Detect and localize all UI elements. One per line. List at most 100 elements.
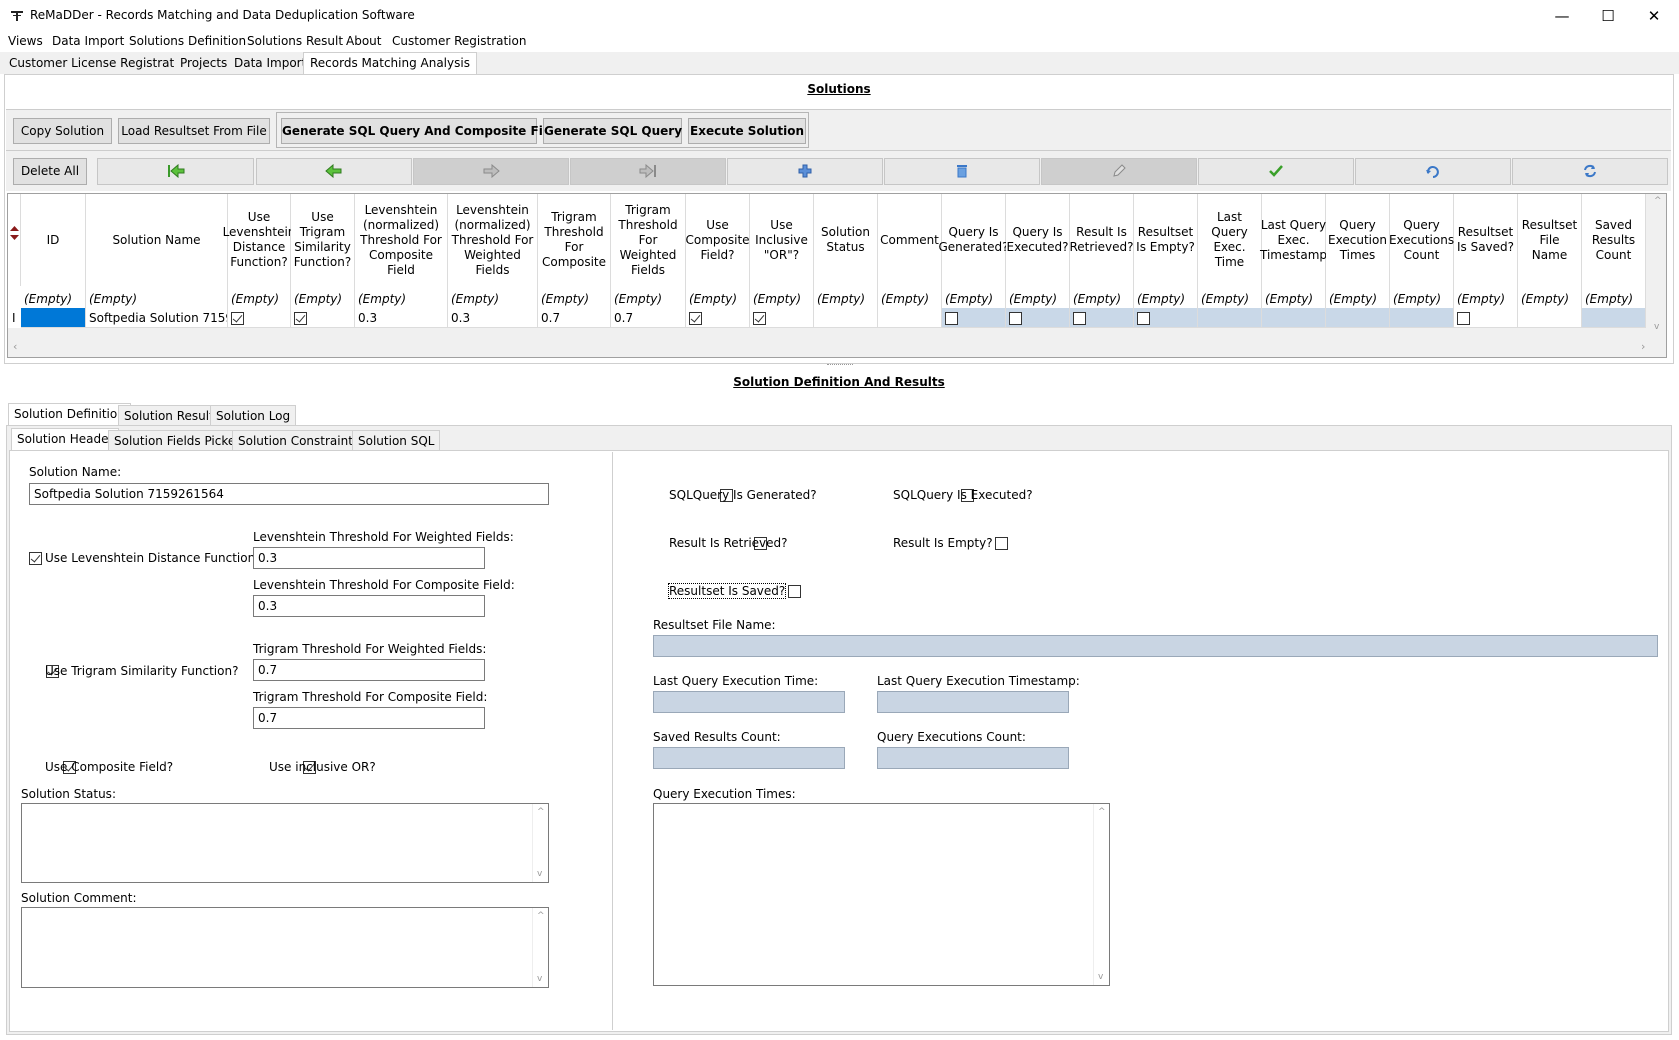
tab-customer-license[interactable]: Customer License Registration bbox=[3, 53, 200, 74]
sql-generated-label[interactable]: SQLQuery Is Generated? bbox=[669, 488, 817, 502]
filter-solution-name[interactable]: (Empty) bbox=[86, 286, 228, 308]
cancel-edit-button[interactable] bbox=[1355, 158, 1511, 185]
col-result-retrieved[interactable]: Result Is Retrieved? bbox=[1070, 194, 1134, 286]
cell-comment[interactable] bbox=[878, 308, 942, 328]
solution-status-textarea[interactable]: ^ v bbox=[21, 803, 549, 883]
filter-exec-times[interactable]: (Empty) bbox=[1326, 286, 1390, 308]
tab-solution-header[interactable]: Solution Header bbox=[11, 428, 120, 450]
filter-use-or[interactable]: (Empty) bbox=[750, 286, 814, 308]
filter-use-composite[interactable]: (Empty) bbox=[686, 286, 750, 308]
scroll-down-icon[interactable]: v bbox=[537, 869, 542, 879]
tab-solution-fields-picker[interactable]: Solution Fields Picker bbox=[108, 430, 247, 450]
scroll-down-icon[interactable]: v bbox=[537, 974, 542, 984]
filter-lev-weighted[interactable]: (Empty) bbox=[448, 286, 538, 308]
last-exec-time-input[interactable] bbox=[653, 691, 845, 713]
solution-name-input[interactable]: Softpedia Solution 7159261564 bbox=[29, 483, 549, 505]
scroll-right-icon[interactable]: › bbox=[1641, 340, 1645, 353]
solution-comment-textarea[interactable]: ^ v bbox=[21, 907, 549, 988]
result-empty-label[interactable]: Result Is Empty? bbox=[893, 536, 993, 550]
filter-tri-weighted[interactable]: (Empty) bbox=[611, 286, 686, 308]
menu-solutions-definition[interactable]: Solutions Definition bbox=[129, 34, 246, 48]
cell-solution-name[interactable]: Softpedia Solution 71592 bbox=[86, 308, 228, 328]
menu-views[interactable]: Views bbox=[8, 34, 43, 48]
col-saved-count[interactable]: Saved Results Count bbox=[1582, 194, 1646, 286]
generate-sql-button[interactable]: Generate SQL Query bbox=[543, 118, 682, 144]
edit-record-button[interactable] bbox=[1041, 158, 1197, 185]
scroll-down-icon[interactable]: v bbox=[1654, 322, 1659, 332]
tab-solution-sql[interactable]: Solution SQL bbox=[352, 430, 441, 450]
cell-use-levenshtein[interactable] bbox=[228, 308, 291, 328]
col-tri-weighted[interactable]: Trigram Threshold For Weighted Fields bbox=[611, 194, 686, 286]
checkbox[interactable] bbox=[294, 312, 307, 325]
cell-exec-count[interactable] bbox=[1390, 308, 1454, 328]
solutions-grid[interactable]: I ID Solution Name Use Levenshtein Dista… bbox=[7, 193, 1667, 358]
filter-lev-composite[interactable]: (Empty) bbox=[355, 286, 448, 308]
filter-resultset-empty[interactable]: (Empty) bbox=[1134, 286, 1198, 308]
col-use-composite[interactable]: Use Composite Field? bbox=[685, 194, 750, 286]
col-resultset-saved[interactable]: Resultset Is Saved? bbox=[1454, 194, 1518, 286]
menu-about[interactable]: About bbox=[346, 34, 381, 48]
load-resultset-button[interactable]: Load Resultset From File bbox=[118, 118, 270, 144]
delete-record-button[interactable] bbox=[884, 158, 1040, 185]
refresh-button[interactable] bbox=[1512, 158, 1668, 185]
delete-all-button[interactable]: Delete All bbox=[13, 158, 87, 185]
filter-query-executed[interactable]: (Empty) bbox=[1006, 286, 1070, 308]
checkbox[interactable] bbox=[945, 312, 958, 325]
checkbox[interactable] bbox=[1073, 312, 1086, 325]
lev-weighted-input[interactable]: 0.3 bbox=[253, 547, 485, 569]
cell-status[interactable] bbox=[814, 308, 878, 328]
col-solution-name[interactable]: Solution Name bbox=[86, 194, 228, 286]
minimize-button[interactable]: — bbox=[1539, 0, 1585, 32]
use-levenshtein-label[interactable]: Use Levenshtein Distance Function? bbox=[45, 551, 262, 565]
tab-data-import[interactable]: Data Import bbox=[228, 53, 314, 74]
col-last-exec-ts[interactable]: Last Query Exec. Timestamp bbox=[1260, 194, 1327, 286]
sql-executed-label[interactable]: SQLQuery Is Executed? bbox=[893, 488, 1033, 502]
col-use-levenshtein[interactable]: Use Levenshtein Distance Function? bbox=[223, 194, 295, 286]
cell-tri-composite[interactable]: 0.7 bbox=[538, 308, 611, 328]
execute-solution-button[interactable]: Execute Solution bbox=[688, 118, 806, 144]
filter-result-retrieved[interactable]: (Empty) bbox=[1070, 286, 1134, 308]
filter-id[interactable]: (Empty) bbox=[21, 286, 86, 308]
tri-composite-input[interactable]: 0.7 bbox=[253, 707, 485, 729]
maximize-button[interactable]: ☐ bbox=[1585, 0, 1631, 32]
lev-composite-input[interactable]: 0.3 bbox=[253, 595, 485, 617]
cell-lev-weighted[interactable]: 0.3 bbox=[448, 308, 538, 328]
use-levenshtein-checkbox[interactable] bbox=[29, 552, 42, 565]
first-record-button[interactable] bbox=[97, 158, 254, 185]
cell-resultset-empty[interactable] bbox=[1134, 308, 1198, 328]
exec-times-scrollbar[interactable]: ^ v bbox=[1093, 804, 1109, 985]
cell-query-generated[interactable] bbox=[942, 308, 1006, 328]
col-query-generated[interactable]: Query Is Generated? bbox=[938, 194, 1009, 286]
prev-record-button[interactable] bbox=[256, 158, 412, 185]
scroll-up-icon[interactable]: ^ bbox=[537, 911, 545, 921]
filter-saved-count[interactable]: (Empty) bbox=[1582, 286, 1646, 308]
tab-solution-constraints[interactable]: Solution Constraints bbox=[232, 430, 366, 450]
filter-resultset-file[interactable]: (Empty) bbox=[1518, 286, 1582, 308]
tab-solution-result[interactable]: Solution Result bbox=[118, 405, 220, 425]
menu-data-import[interactable]: Data Import bbox=[52, 34, 124, 48]
col-lev-composite[interactable]: Levenshtein (normalized) Threshold For C… bbox=[355, 194, 448, 286]
use-composite-label[interactable]: Use Composite Field? bbox=[45, 760, 173, 774]
cell-resultset-file[interactable] bbox=[1518, 308, 1582, 328]
cell-result-retrieved[interactable] bbox=[1070, 308, 1134, 328]
exec-count-input[interactable] bbox=[877, 747, 1069, 769]
checkbox[interactable] bbox=[1137, 312, 1150, 325]
tab-solution-definition[interactable]: Solution Definition bbox=[8, 403, 131, 425]
cell-id[interactable] bbox=[21, 308, 86, 328]
checkbox[interactable] bbox=[1457, 312, 1470, 325]
filter-comment[interactable]: (Empty) bbox=[878, 286, 942, 308]
filter-last-exec-ts[interactable]: (Empty) bbox=[1262, 286, 1326, 308]
grid-vertical-scrollbar[interactable]: ^ v bbox=[1650, 194, 1666, 339]
cell-last-exec-ts[interactable] bbox=[1262, 308, 1326, 328]
comment-scrollbar[interactable]: ^ v bbox=[532, 908, 548, 987]
splitter-grip[interactable] bbox=[827, 364, 853, 367]
col-use-or[interactable]: Use Inclusive "OR"? bbox=[750, 194, 814, 286]
add-record-button[interactable] bbox=[727, 158, 883, 185]
scroll-up-icon[interactable]: ^ bbox=[1654, 196, 1662, 206]
col-resultset-empty[interactable]: Resultset Is Empty? bbox=[1134, 194, 1198, 286]
menu-solutions-result[interactable]: Solutions Result bbox=[247, 34, 343, 48]
filter-resultset-saved[interactable]: (Empty) bbox=[1454, 286, 1518, 308]
filter-query-generated[interactable]: (Empty) bbox=[942, 286, 1006, 308]
resultset-saved-label[interactable]: Resultset Is Saved? bbox=[667, 583, 787, 599]
resultset-saved-checkbox[interactable] bbox=[787, 585, 801, 598]
